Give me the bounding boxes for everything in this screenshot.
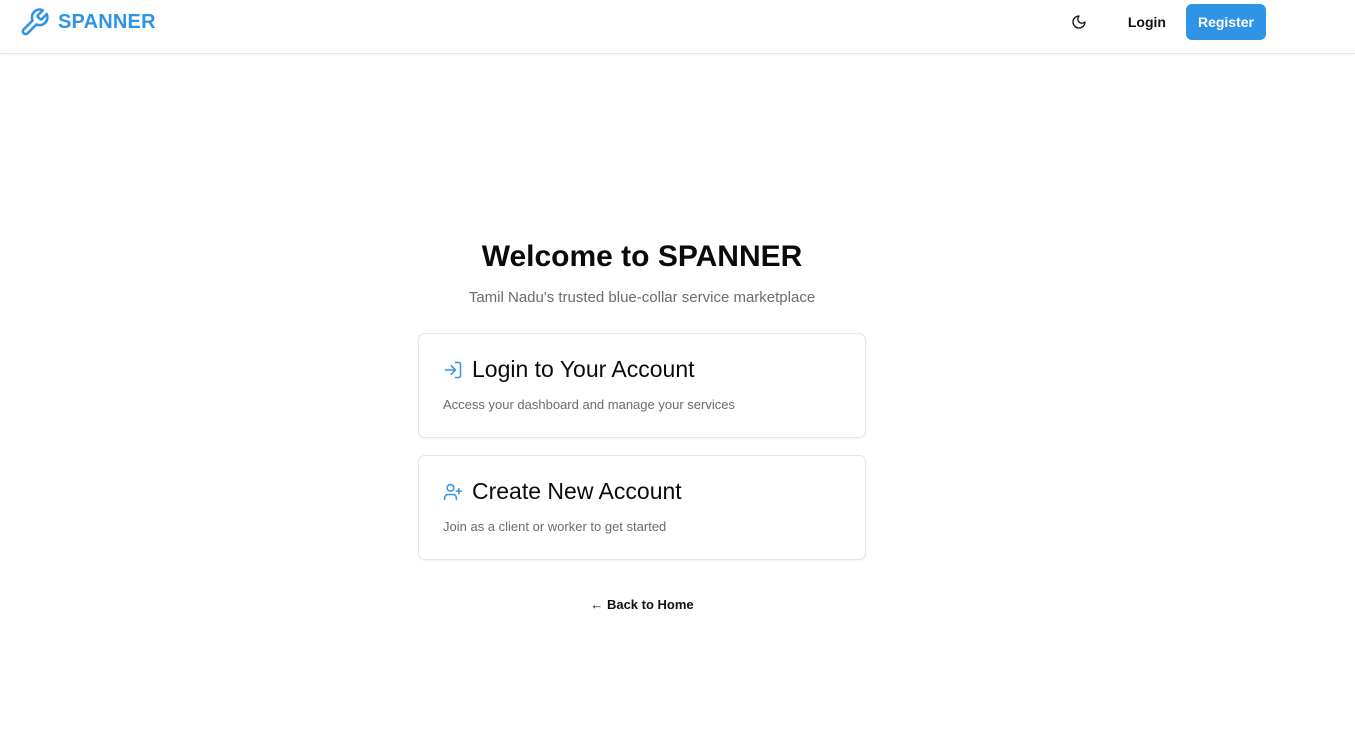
back-to-home-link[interactable]: ← Back to Home — [590, 597, 693, 612]
top-navbar: SPANNER Login Register — [0, 0, 1355, 54]
login-account-card[interactable]: Login to Your Account Access your dashbo… — [418, 333, 866, 438]
theme-toggle-button[interactable] — [1061, 4, 1097, 40]
page-title: Welcome to SPANNER — [481, 240, 803, 273]
card-title: Login to Your Account — [472, 356, 695, 382]
back-link-row: ← Back to Home — [0, 597, 1284, 612]
nav-actions: Login Register — [1061, 4, 1266, 40]
brand-name: SPANNER — [58, 11, 156, 33]
card-description: Join as a client or worker to get starte… — [443, 519, 667, 534]
card-title-row: Create New Account — [443, 478, 682, 505]
page-subtitle: Tamil Nadu's trusted blue-collar service… — [468, 289, 816, 306]
brand-logo-link[interactable]: SPANNER — [19, 7, 156, 38]
card-title-row: Login to Your Account — [443, 356, 695, 383]
moon-icon — [1072, 15, 1086, 29]
wrench-icon — [21, 8, 49, 36]
log-in-icon — [444, 361, 462, 378]
card-title: Create New Account — [472, 478, 682, 504]
user-plus-icon — [443, 483, 463, 500]
nav-login-button[interactable]: Login — [1112, 4, 1182, 40]
nav-register-button[interactable]: Register — [1185, 4, 1266, 40]
card-description: Access your dashboard and manage your se… — [443, 397, 735, 412]
main-content: Welcome to SPANNER Tamil Nadu's trusted … — [0, 54, 1355, 737]
create-account-card[interactable]: Create New Account Join as a client or w… — [418, 455, 866, 560]
